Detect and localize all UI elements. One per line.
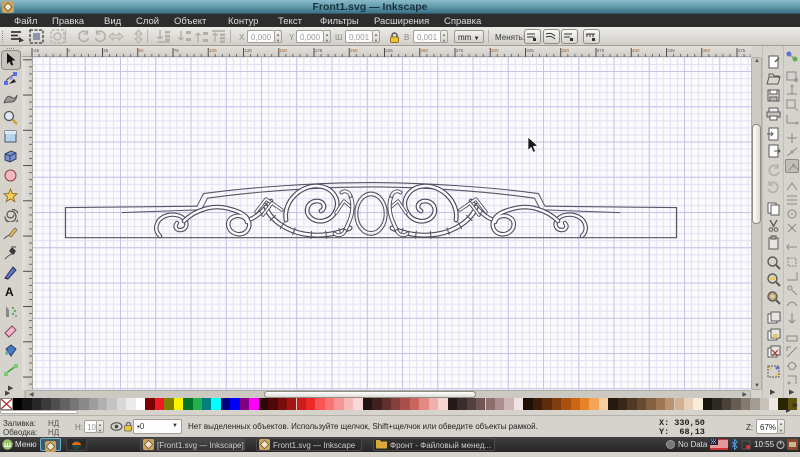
- svg-text:275: 275: [456, 48, 464, 53]
- svg-text:350: 350: [561, 48, 569, 53]
- svg-text:425: 425: [667, 48, 675, 53]
- svg-text:400: 400: [632, 48, 640, 53]
- svg-text:50: 50: [138, 48, 144, 53]
- svg-text:225: 225: [385, 48, 393, 53]
- svg-text:-25: -25: [33, 48, 40, 53]
- svg-text:325: 325: [526, 48, 534, 53]
- svg-text:125: 125: [244, 48, 252, 53]
- svg-text:450: 450: [702, 48, 710, 53]
- svg-text:100: 100: [209, 48, 217, 53]
- svg-text:300: 300: [491, 48, 499, 53]
- svg-text:175: 175: [315, 48, 323, 53]
- svg-text:75: 75: [174, 48, 180, 53]
- svg-text:375: 375: [597, 48, 605, 53]
- svg-text:150: 150: [279, 48, 287, 53]
- svg-text:25: 25: [103, 48, 109, 53]
- svg-text:200: 200: [350, 48, 358, 53]
- svg-text:0: 0: [68, 48, 71, 53]
- svg-text:475: 475: [738, 48, 746, 53]
- svg-text:250: 250: [420, 48, 428, 53]
